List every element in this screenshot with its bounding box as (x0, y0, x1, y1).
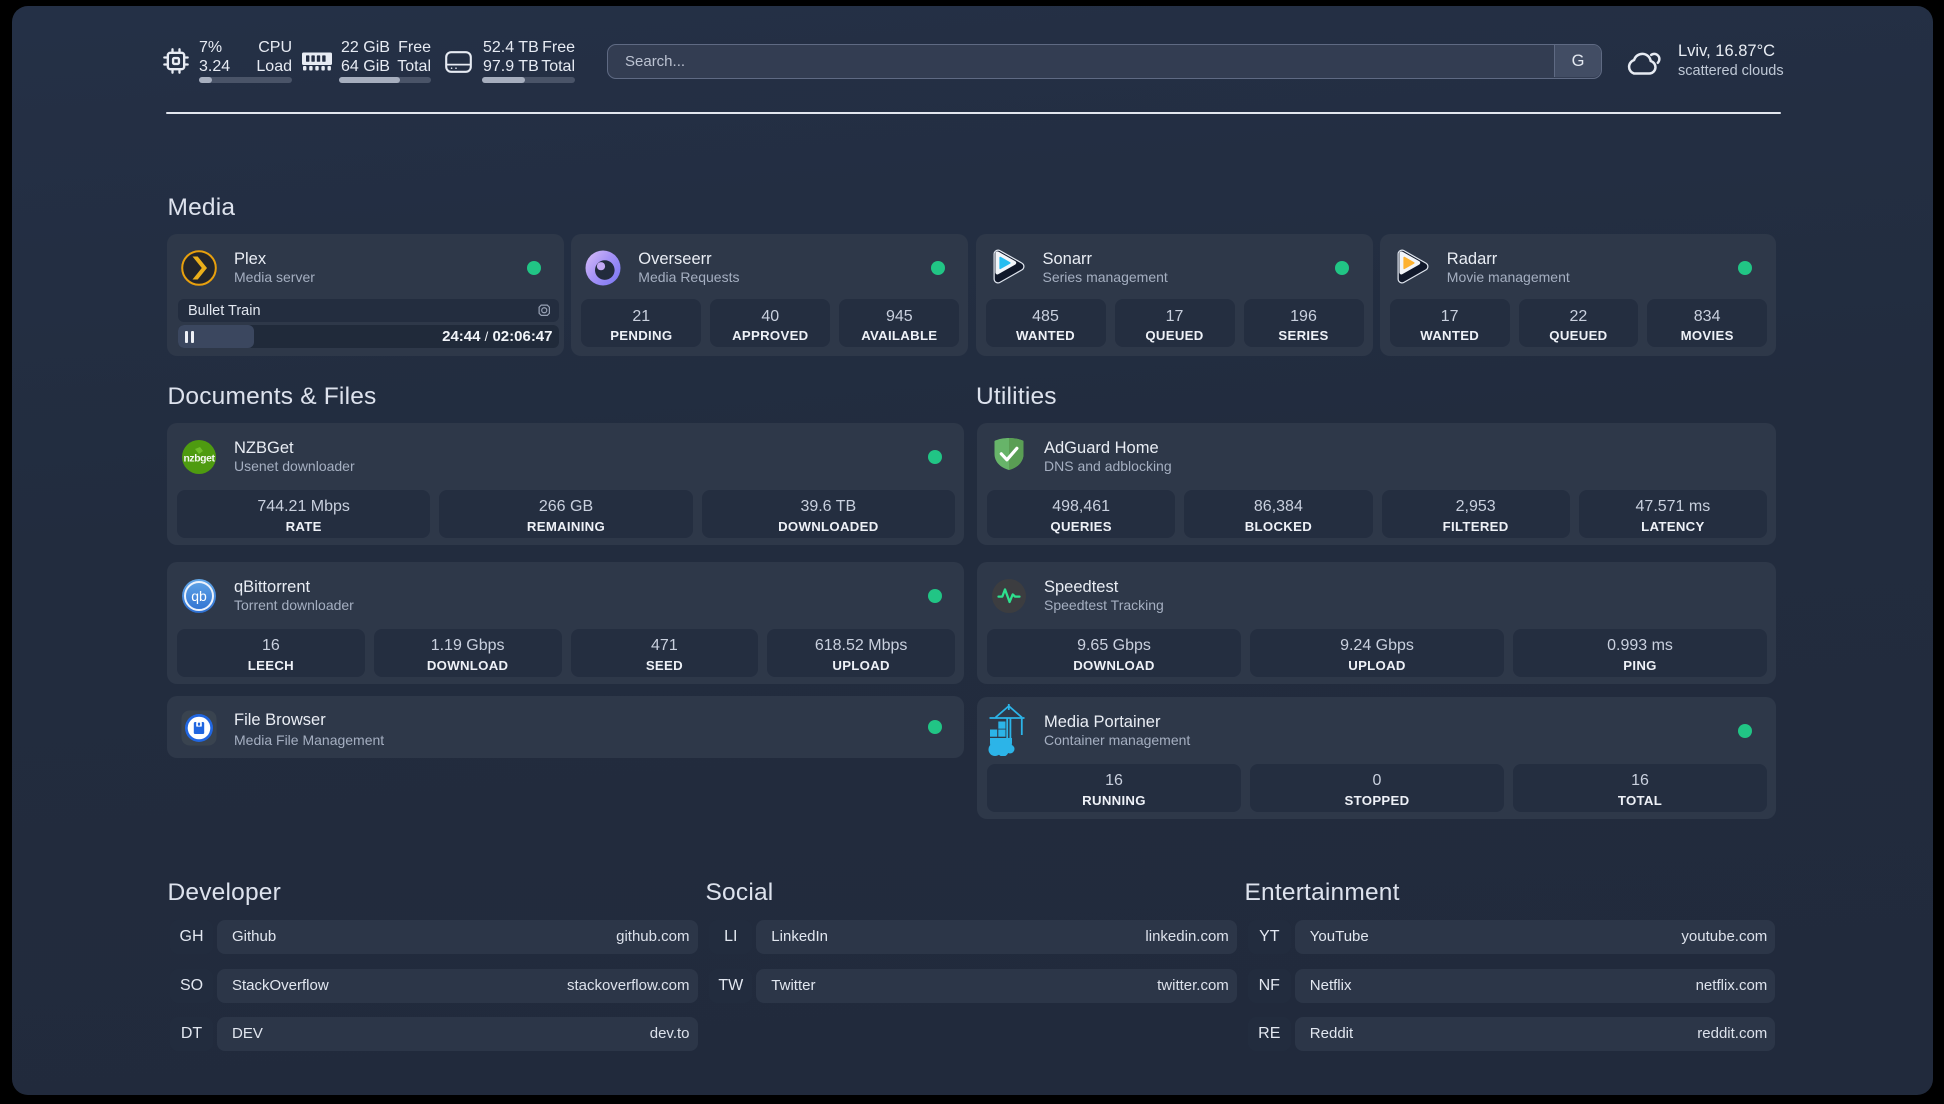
svg-text:nzbget: nzbget (183, 453, 215, 464)
svg-text:qb: qb (191, 588, 207, 604)
